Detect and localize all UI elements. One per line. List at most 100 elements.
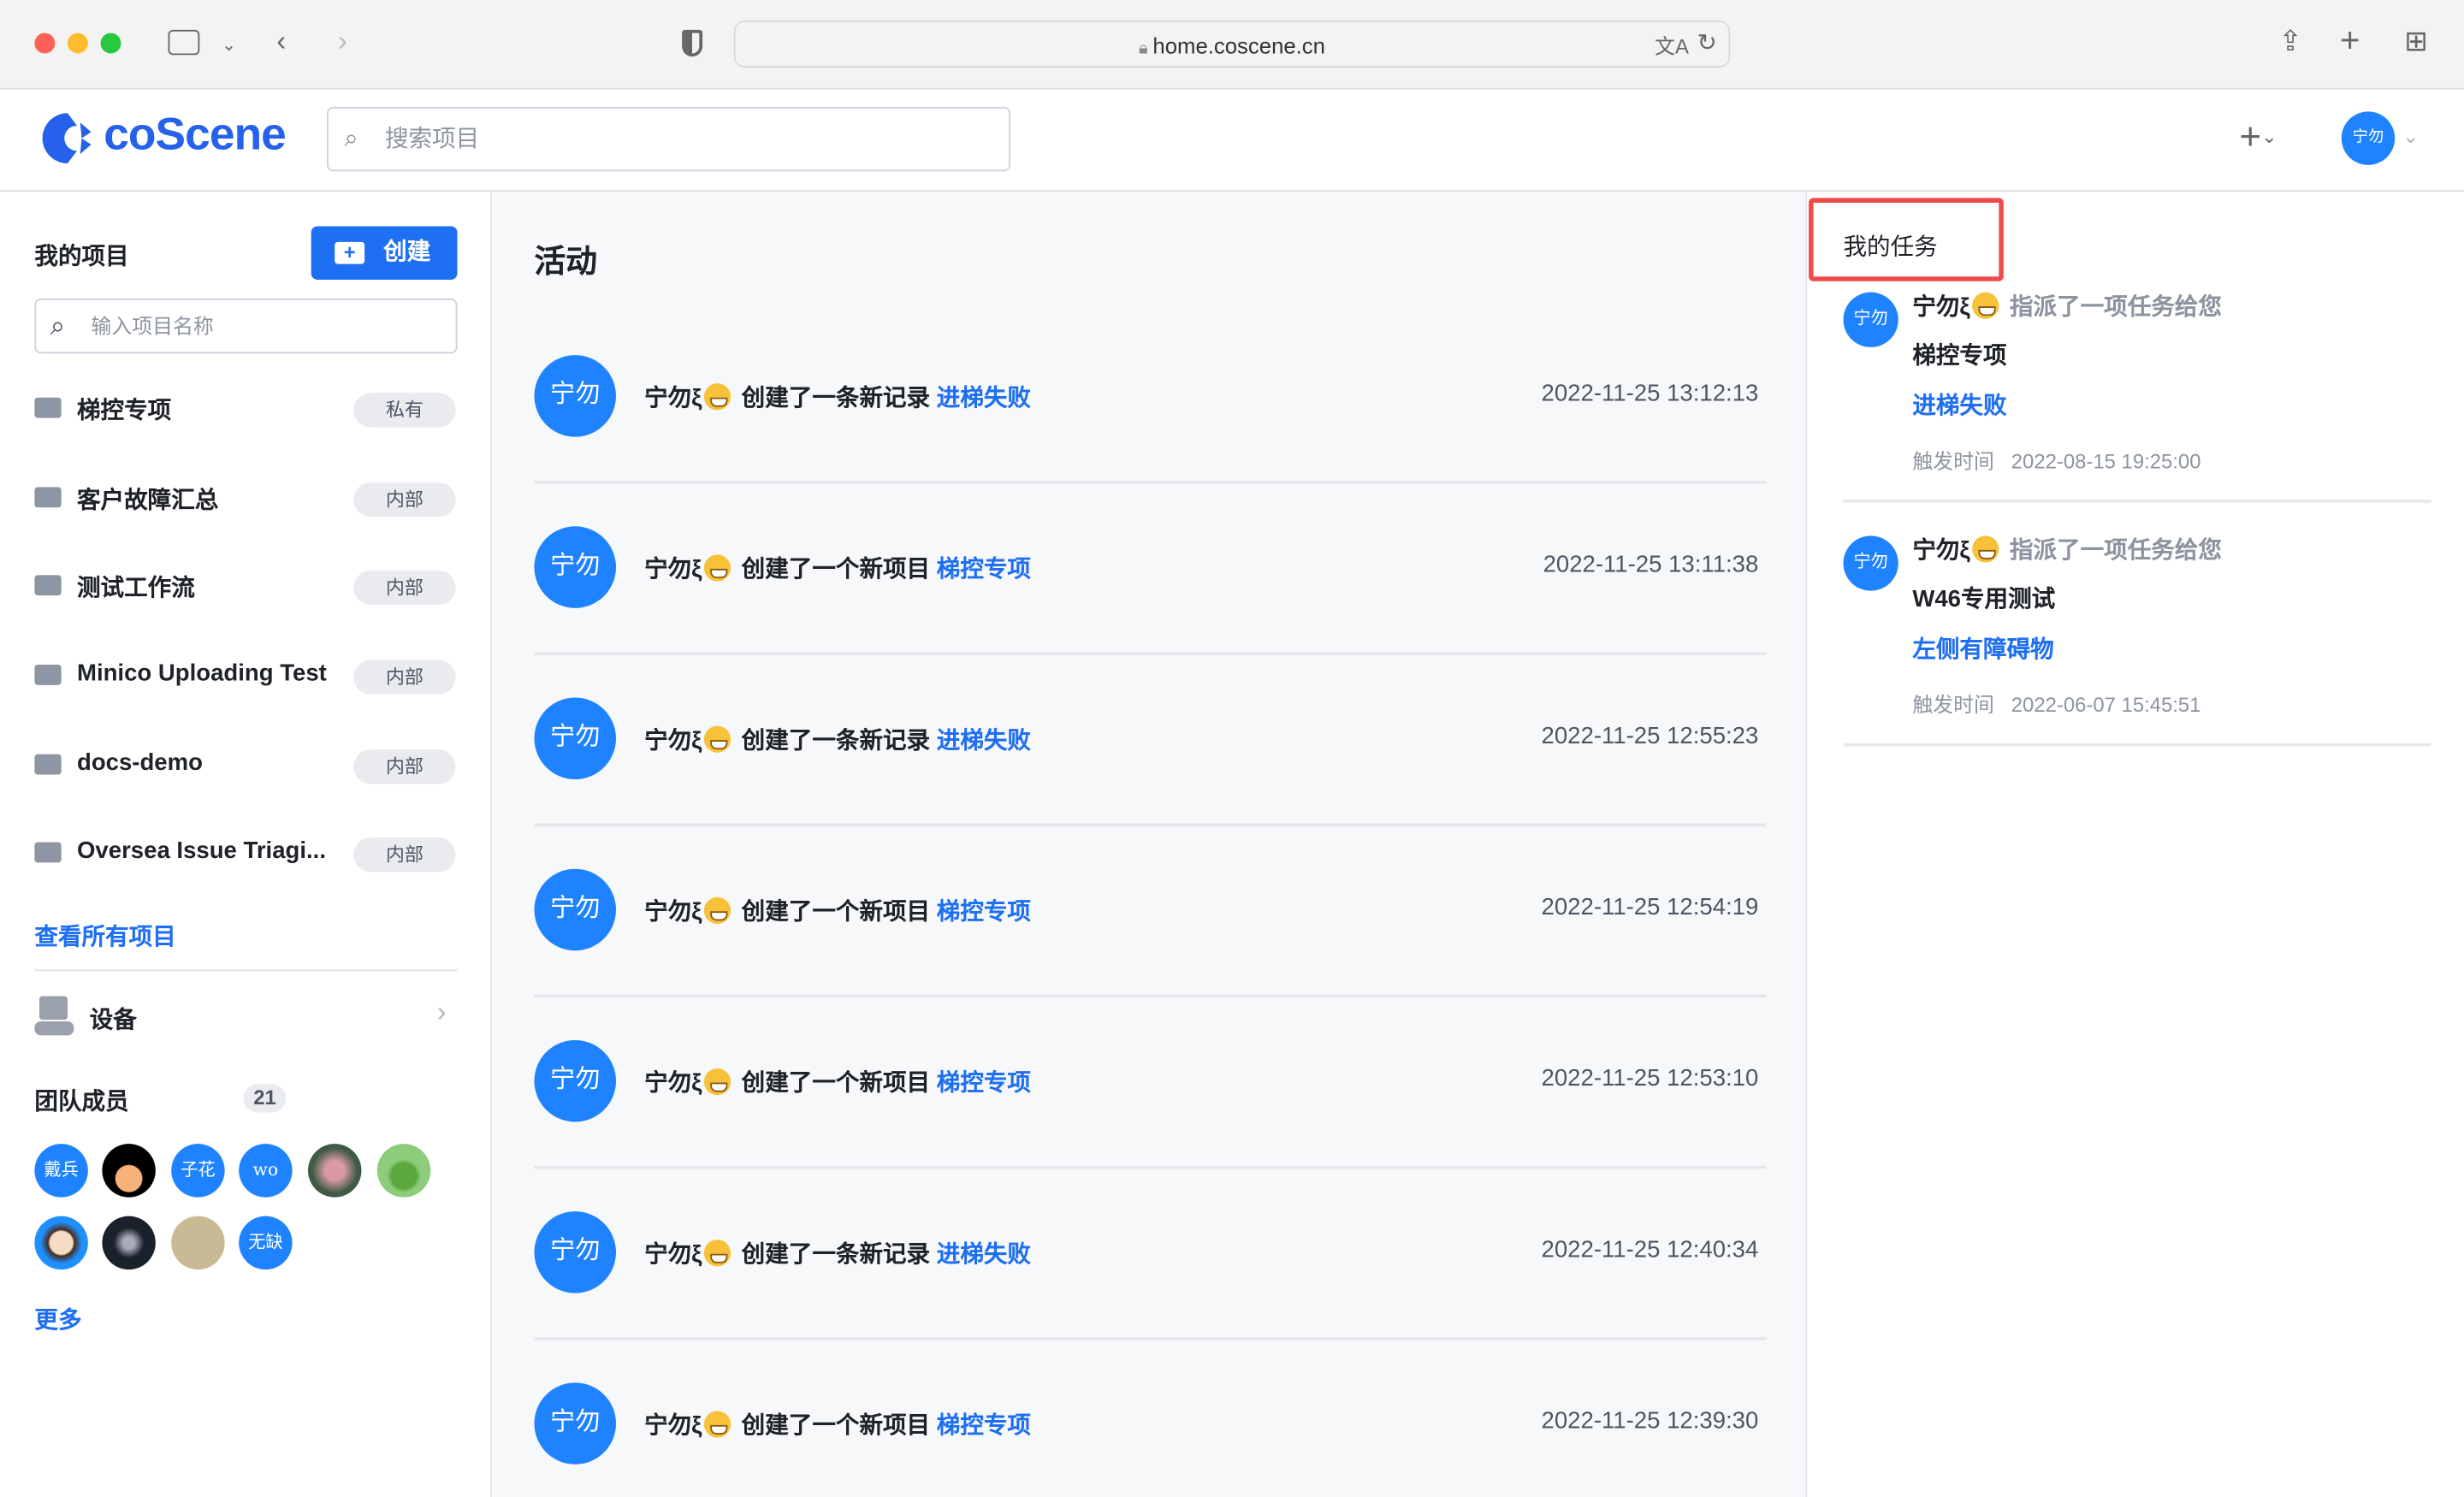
grin-emoji-icon xyxy=(703,1411,731,1438)
activity-target-link[interactable]: 进梯失败 xyxy=(937,385,1031,411)
coscene-logo-icon[interactable] xyxy=(39,110,94,167)
user-name: 宁勿ξ xyxy=(644,898,702,926)
grin-emoji-icon xyxy=(703,896,731,925)
member-avatar[interactable] xyxy=(308,1144,362,1198)
activity-item: 宁勿 宁勿ξ 创建了一条新记录 进梯失败 2022-11-25 12:40:34 xyxy=(534,1169,1767,1340)
add-menu-button[interactable]: +⌄ xyxy=(2239,116,2277,160)
folder-icon xyxy=(34,487,62,508)
project-item[interactable]: Oversea Issue Triagi... 内部 xyxy=(0,823,492,885)
forward-icon[interactable]: › xyxy=(338,25,347,58)
member-avatar[interactable]: 戴兵 xyxy=(34,1144,88,1198)
activity-target-link[interactable]: 梯控专项 xyxy=(937,556,1031,583)
folder-icon xyxy=(34,842,62,863)
team-members-title: 团队成员 xyxy=(34,1088,129,1116)
activity-item: 宁勿 宁勿ξ 创建了一个新项目 梯控专项 2022-11-25 12:54:19 xyxy=(534,826,1767,998)
activity-time: 2022-11-25 12:55:23 xyxy=(1541,722,1759,750)
user-avatar[interactable]: 宁勿 xyxy=(1843,292,1898,347)
visibility-badge: 内部 xyxy=(353,482,456,518)
visibility-badge: 内部 xyxy=(353,837,456,873)
user-avatar[interactable]: 宁勿 xyxy=(534,1211,617,1293)
user-name: 宁勿ξ xyxy=(644,385,702,412)
chevron-down-icon[interactable]: ⌄ xyxy=(2402,126,2418,148)
project-name: Minico Uploading Test xyxy=(77,660,327,687)
share-icon[interactable]: ⇪ xyxy=(2278,25,2302,58)
chevron-down-icon: ⌄ xyxy=(2261,125,2277,148)
task-project: 梯控专项 xyxy=(1912,342,2007,370)
task-item: 宁勿 宁勿ξ 指派了一项任务给您 W46专用测试 左侧有障碍物 触发时间 202… xyxy=(1843,533,2431,747)
reload-icon[interactable]: ↻ xyxy=(1697,28,1717,56)
member-avatar[interactable] xyxy=(102,1216,156,1270)
back-icon[interactable]: ‹ xyxy=(276,25,286,58)
user-avatar[interactable]: 宁勿 xyxy=(534,1382,617,1464)
task-action: 指派了一项任务给您 xyxy=(2009,537,2222,565)
member-avatar[interactable]: 无缺 xyxy=(239,1216,293,1270)
visibility-badge: 私有 xyxy=(353,393,456,428)
tab-overview-icon[interactable]: ⊞ xyxy=(2404,25,2428,58)
create-project-button[interactable]: + 创建 xyxy=(311,226,458,280)
sidebar-toggle-icon[interactable] xyxy=(168,29,200,56)
user-name: 宁勿ξ xyxy=(644,1069,702,1098)
activity-time: 2022-11-25 12:39:30 xyxy=(1541,1407,1759,1435)
translate-icon[interactable]: 文A xyxy=(1655,30,1689,60)
project-name: 测试工作流 xyxy=(77,575,195,602)
team-count-badge: 21 xyxy=(243,1084,287,1113)
activity-target-link[interactable]: 进梯失败 xyxy=(937,1241,1031,1268)
logo-text[interactable]: coScene xyxy=(104,110,287,163)
project-name: Oversea Issue Triagi... xyxy=(77,837,327,865)
activity-text: 宁勿ξ 创建了一条新记录 进梯失败 xyxy=(644,723,1031,756)
view-all-projects-link[interactable]: 查看所有项目 xyxy=(34,919,175,952)
search-icon: ⌕ xyxy=(50,311,66,341)
devices-item[interactable]: 设备 › xyxy=(34,996,457,1039)
activity-text: 宁勿ξ 创建了一个新项目 梯控专项 xyxy=(644,1065,1031,1098)
user-avatar[interactable]: 宁勿 xyxy=(2341,111,2396,165)
task-link[interactable]: 左侧有障碍物 xyxy=(1912,631,2053,665)
user-avatar[interactable]: 宁勿 xyxy=(534,526,617,608)
new-tab-icon[interactable]: + xyxy=(2340,21,2360,62)
activity-panel: 活动 宁勿 宁勿ξ 创建了一条新记录 进梯失败 2022-11-25 13:12… xyxy=(491,192,1808,1497)
more-members-link[interactable]: 更多 xyxy=(34,1303,81,1336)
activity-item: 宁勿 宁勿ξ 创建了一个新项目 梯控专项 2022-11-25 12:39:30 xyxy=(534,1340,1766,1497)
activity-text: 宁勿ξ 创建了一条新记录 进梯失败 xyxy=(644,380,1031,413)
chevron-right-icon: › xyxy=(436,996,447,1028)
minimize-window-button[interactable] xyxy=(67,33,88,54)
activity-item: 宁勿 宁勿ξ 创建了一条新记录 进梯失败 2022-11-25 12:55:23 xyxy=(534,655,1767,827)
project-item[interactable]: 测试工作流 内部 xyxy=(0,556,492,618)
project-item[interactable]: 客户故障汇总 内部 xyxy=(0,468,492,530)
grin-emoji-icon xyxy=(703,1068,731,1096)
activity-target-link[interactable]: 进梯失败 xyxy=(937,727,1031,754)
user-avatar[interactable]: 宁勿 xyxy=(1843,535,1898,591)
project-name-input[interactable]: ⌕ 输入项目名称 xyxy=(34,298,458,354)
maximize-window-button[interactable] xyxy=(100,33,121,54)
member-avatar[interactable] xyxy=(376,1144,431,1198)
member-avatar[interactable] xyxy=(34,1216,88,1270)
activity-text: 宁勿ξ 创建了一个新项目 梯控专项 xyxy=(644,1408,1031,1441)
activity-text: 宁勿ξ 创建了一条新记录 进梯失败 xyxy=(644,1237,1031,1270)
project-search-input[interactable]: ⌕ 搜索项目 xyxy=(327,106,1011,172)
divider xyxy=(1843,500,2431,503)
member-avatar[interactable]: 子花 xyxy=(171,1144,225,1198)
shield-icon[interactable] xyxy=(682,29,703,57)
activity-target-link[interactable]: 梯控专项 xyxy=(937,1412,1031,1439)
member-avatar[interactable]: wo xyxy=(239,1144,293,1198)
close-window-button[interactable] xyxy=(34,33,56,54)
folder-plus-icon: + xyxy=(335,241,365,264)
activity-target-link[interactable]: 梯控专项 xyxy=(937,899,1031,926)
project-item[interactable]: Minico Uploading Test 内部 xyxy=(0,646,492,708)
activity-target-link[interactable]: 梯控专项 xyxy=(937,1070,1031,1097)
grin-emoji-icon xyxy=(1971,292,1999,319)
chevron-down-icon[interactable]: ⌄ xyxy=(222,34,236,55)
user-avatar[interactable]: 宁勿 xyxy=(534,868,617,951)
folder-icon xyxy=(34,664,62,685)
device-icon xyxy=(38,996,68,1021)
task-link[interactable]: 进梯失败 xyxy=(1912,388,2006,422)
user-avatar[interactable]: 宁勿 xyxy=(534,355,617,437)
address-bar[interactable]: 🔒︎ home.coscene.cn xyxy=(733,20,1731,68)
user-avatar[interactable]: 宁勿 xyxy=(534,1039,617,1122)
member-avatar[interactable] xyxy=(102,1144,156,1198)
member-avatar[interactable] xyxy=(171,1216,225,1270)
task-project: W46专用测试 xyxy=(1912,586,2056,613)
user-avatar[interactable]: 宁勿 xyxy=(534,697,617,780)
project-item[interactable]: 梯控专项 私有 xyxy=(0,379,492,441)
project-item[interactable]: docs-demo 内部 xyxy=(0,736,492,798)
my-tasks-title: 我的任务 xyxy=(1843,234,1938,261)
